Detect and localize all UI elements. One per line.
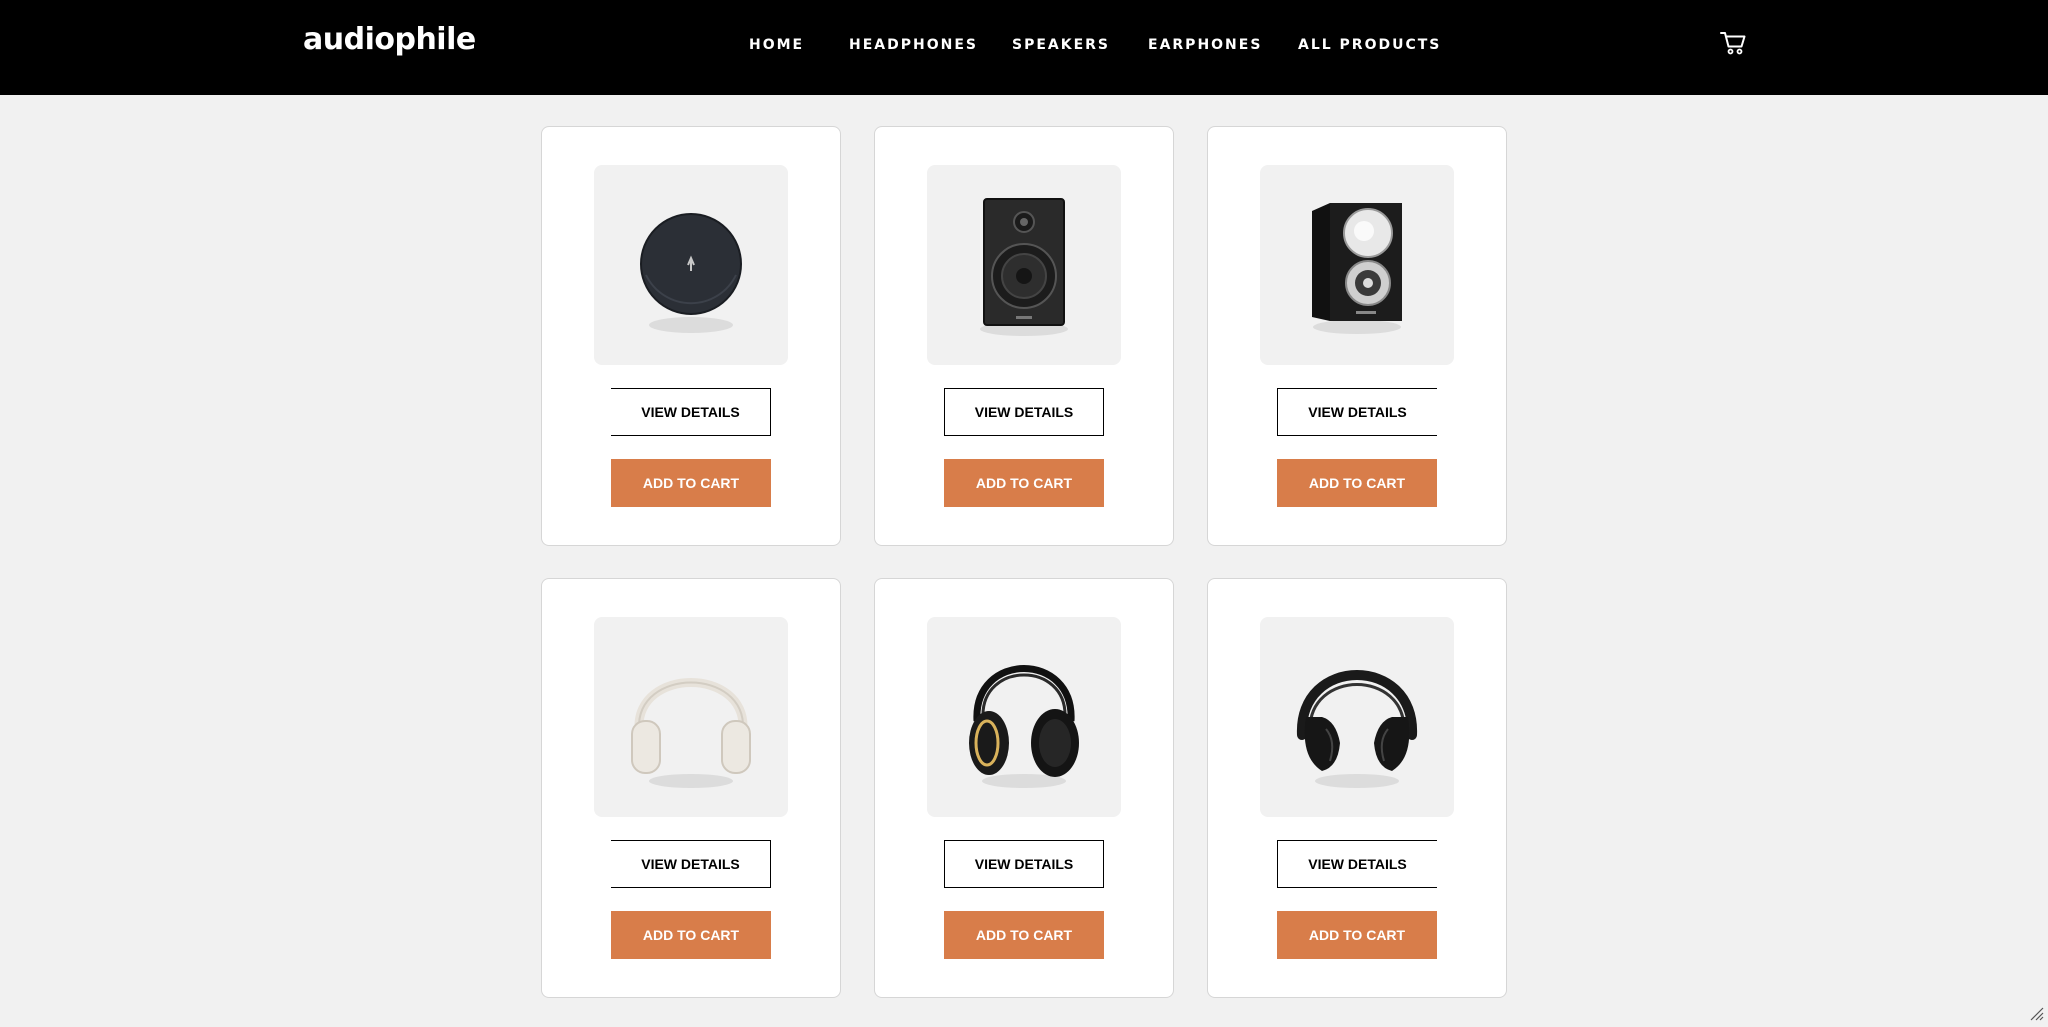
- add-to-cart-button[interactable]: ADD TO CART: [611, 911, 771, 959]
- product-image-tweeter-speaker[interactable]: [1260, 165, 1454, 365]
- product-image-bookshelf-speaker[interactable]: [927, 165, 1121, 365]
- site-header: audiophile HOME HEADPHONES SPEAKERS EARP…: [0, 0, 2048, 95]
- product-image-white-headphones[interactable]: [594, 617, 788, 817]
- view-details-button[interactable]: VIEW DETAILS: [1277, 840, 1437, 888]
- product-card: VIEW DETAILS ADD TO CART: [874, 126, 1174, 546]
- nav-link-earphones[interactable]: EARPHONES: [1148, 37, 1262, 53]
- add-to-cart-button[interactable]: ADD TO CART: [1277, 459, 1437, 507]
- nav-link-all-products[interactable]: ALL PRODUCTS: [1298, 37, 1441, 53]
- product-image-studio-headphones[interactable]: [927, 617, 1121, 817]
- add-to-cart-button[interactable]: ADD TO CART: [611, 459, 771, 507]
- resize-grip-icon[interactable]: [2028, 1005, 2044, 1021]
- product-card: VIEW DETAILS ADD TO CART: [541, 578, 841, 998]
- cart-icon[interactable]: [1720, 31, 1746, 55]
- add-to-cart-button[interactable]: ADD TO CART: [944, 911, 1104, 959]
- product-image-earphones-case[interactable]: [594, 165, 788, 365]
- product-card: VIEW DETAILS ADD TO CART: [1207, 126, 1507, 546]
- view-details-button[interactable]: VIEW DETAILS: [611, 840, 771, 888]
- nav-link-home[interactable]: HOME: [749, 37, 804, 53]
- product-card: VIEW DETAILS ADD TO CART: [1207, 578, 1507, 998]
- view-details-button[interactable]: VIEW DETAILS: [611, 388, 771, 436]
- nav-link-headphones[interactable]: HEADPHONES: [849, 37, 978, 53]
- add-to-cart-button[interactable]: ADD TO CART: [1277, 911, 1437, 959]
- nav-link-speakers[interactable]: SPEAKERS: [1012, 37, 1110, 53]
- view-details-button[interactable]: VIEW DETAILS: [944, 388, 1104, 436]
- view-details-button[interactable]: VIEW DETAILS: [944, 840, 1104, 888]
- view-details-button[interactable]: VIEW DETAILS: [1277, 388, 1437, 436]
- product-image-black-headphones[interactable]: [1260, 617, 1454, 817]
- add-to-cart-button[interactable]: ADD TO CART: [944, 459, 1104, 507]
- product-card: VIEW DETAILS ADD TO CART: [541, 126, 841, 546]
- product-card: VIEW DETAILS ADD TO CART: [874, 578, 1174, 998]
